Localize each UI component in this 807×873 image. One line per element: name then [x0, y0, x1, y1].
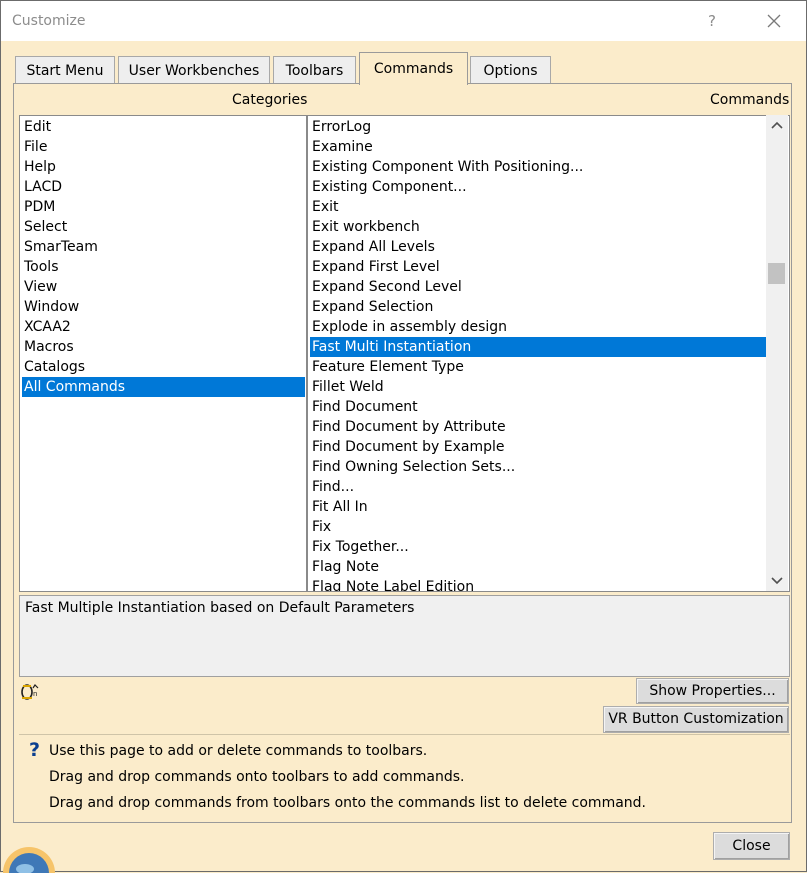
commands-list[interactable]: ErrorLog Examine Existing Component With… — [307, 115, 790, 592]
commands-scrollbar[interactable] — [766, 115, 788, 591]
category-item[interactable]: XCAA2 — [22, 317, 71, 337]
command-description: Fast Multiple Instantiation based on Def… — [25, 600, 415, 616]
commands-header: Commands — [710, 92, 790, 108]
scrollbar-thumb[interactable] — [768, 263, 785, 284]
question-mark-icon: ? — [29, 739, 41, 761]
tab-start-menu[interactable]: Start Menu — [15, 56, 115, 84]
close-icon[interactable] — [765, 11, 783, 31]
close-button[interactable]: Close — [713, 832, 790, 860]
category-item[interactable]: LACD — [22, 177, 62, 197]
categories-list[interactable]: Edit File Help LACD PDM Select SmarTeam … — [19, 115, 307, 592]
tab-toolbars[interactable]: Toolbars — [273, 56, 356, 84]
customize-dialog: Customize ? Start Menu User Workbenches … — [0, 0, 807, 873]
help-icon[interactable]: ? — [708, 12, 716, 30]
vr-button-customization-button[interactable]: VR Button Customization — [603, 706, 789, 733]
fast-multi-instantiation-icon: n — [21, 684, 39, 700]
chevron-up-icon[interactable] — [766, 115, 788, 135]
command-item[interactable]: Exit — [310, 197, 339, 217]
category-item[interactable]: Help — [22, 157, 56, 177]
tab-user-workbenches[interactable]: User Workbenches — [118, 56, 270, 84]
command-item[interactable]: Fix Together... — [310, 537, 409, 557]
tab-options[interactable]: Options — [470, 56, 551, 84]
chevron-down-icon[interactable] — [766, 571, 788, 591]
category-item[interactable]: Window — [22, 297, 79, 317]
category-item[interactable]: Macros — [22, 337, 74, 357]
command-item[interactable]: Find Document — [310, 397, 418, 417]
globe-decoration — [1, 823, 63, 873]
command-item[interactable]: ErrorLog — [310, 117, 371, 137]
command-item[interactable]: Find Owning Selection Sets... — [310, 457, 515, 477]
command-item[interactable]: Flag Note — [310, 557, 379, 577]
category-item[interactable]: Select — [22, 217, 67, 237]
command-item[interactable]: Find... — [310, 477, 354, 497]
tab-commands[interactable]: Commands — [359, 52, 468, 85]
command-item[interactable]: Fix — [310, 517, 331, 537]
command-item-selected[interactable]: Fast Multi Instantiation — [310, 337, 768, 357]
category-item[interactable]: Edit — [22, 117, 51, 137]
info-line-3: Drag and drop commands from toolbars ont… — [49, 795, 646, 811]
info-line-1: Use this page to add or delete commands … — [49, 743, 428, 759]
category-item[interactable]: PDM — [22, 197, 55, 217]
command-item[interactable]: Existing Component... — [310, 177, 467, 197]
command-item[interactable]: Existing Component With Positioning... — [310, 157, 583, 177]
category-item[interactable]: View — [22, 277, 57, 297]
command-item[interactable]: Expand Second Level — [310, 277, 462, 297]
category-item[interactable]: Tools — [22, 257, 59, 277]
globe-icon — [3, 847, 55, 873]
category-item[interactable]: Catalogs — [22, 357, 85, 377]
category-item[interactable]: SmarTeam — [22, 237, 98, 257]
command-item[interactable]: Fit All In — [310, 497, 368, 517]
title-bar: Customize ? — [1, 1, 806, 41]
command-item[interactable]: Find Document by Example — [310, 437, 504, 457]
command-item[interactable]: Expand First Level — [310, 257, 440, 277]
svg-text:n: n — [33, 690, 37, 698]
command-item[interactable]: Fillet Weld — [310, 377, 384, 397]
command-item[interactable]: Expand All Levels — [310, 237, 435, 257]
command-item[interactable]: Feature Element Type — [310, 357, 464, 377]
command-item[interactable]: Flag Note Label Edition — [310, 577, 474, 591]
info-section: ? Use this page to add or delete command… — [19, 734, 790, 821]
command-description-box: Fast Multiple Instantiation based on Def… — [19, 595, 790, 677]
info-line-2: Drag and drop commands onto toolbars to … — [49, 769, 465, 785]
category-item[interactable]: File — [22, 137, 47, 157]
command-item[interactable]: Expand Selection — [310, 297, 433, 317]
show-properties-button[interactable]: Show Properties... — [636, 678, 789, 704]
command-item[interactable]: Examine — [310, 137, 373, 157]
command-item[interactable]: Exit workbench — [310, 217, 420, 237]
command-item[interactable]: Explode in assembly design — [310, 317, 507, 337]
categories-header: Categories — [232, 92, 308, 108]
command-item[interactable]: Find Document by Attribute — [310, 417, 506, 437]
window-title: Customize — [12, 13, 86, 29]
category-item-selected[interactable]: All Commands — [22, 377, 305, 397]
